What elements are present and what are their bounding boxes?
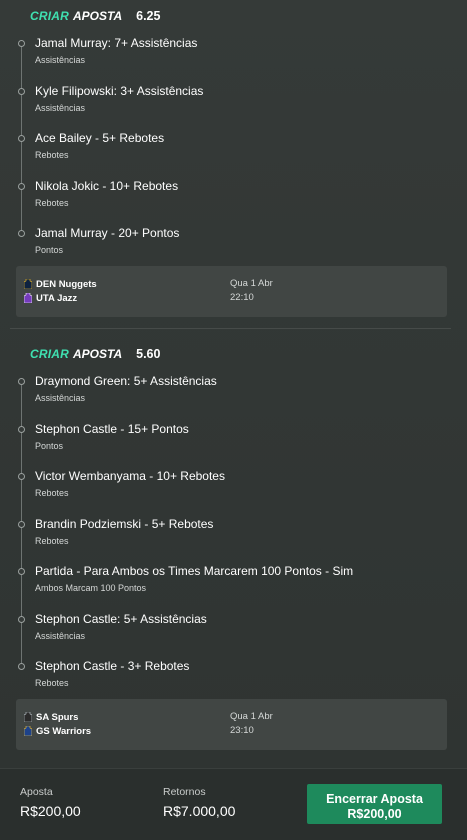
selection-market: Rebotes [35,150,69,160]
cashout-button[interactable]: Encerrar Aposta R$200,00 [307,784,442,824]
home-team-name: SA Spurs [36,711,79,723]
bet-odds: 5.60 [136,347,161,361]
timeline-dot-icon [18,135,25,142]
selection-market: Assistências [35,631,86,641]
event-time: 22:10 [230,292,254,303]
selection-item: Partida - Para Ambos os Times Marcarem 1… [0,564,460,604]
returns-value: R$7.000,00 [163,803,236,819]
event-info-box[interactable]: SA Spurs GS Warriors Qua 1 Abr 23:10 [16,699,447,750]
selection-market: Pontos [35,245,64,255]
selection-market: Pontos [35,441,64,451]
selection-item: Jamal Murray - 20+ Pontos Pontos [0,226,460,266]
bet-odds: 6.25 [136,9,161,23]
selection-item: Stephon Castle - 3+ Rebotes Rebotes [0,659,460,699]
selection-title: Draymond Green: 5+ Assistências [35,374,217,388]
selection-title: Kyle Filipowski: 3+ Assistências [35,84,204,98]
timeline-dot-icon [18,663,25,670]
selection-title: Partida - Para Ambos os Times Marcarem 1… [35,564,354,578]
timeline-dot-icon [18,230,25,237]
home-team: DEN Nuggets [24,278,97,290]
timeline-dot-icon [18,426,25,433]
nuggets-jersey-icon [24,279,32,289]
selection-title: Stephon Castle - 3+ Rebotes [35,659,190,673]
selection-title: Nikola Jokic - 10+ Rebotes [35,179,179,193]
selection-market: Assistências [35,393,86,403]
home-team: SA Spurs [24,711,78,723]
timeline-dot-icon [18,183,25,190]
bet-footer: Aposta R$200,00 Retornos R$7.000,00 Ence… [0,768,467,840]
selection-item: Stephon Castle - 15+ Pontos Pontos [0,422,460,462]
selection-title: Brandin Podziemski - 5+ Rebotes [35,517,214,531]
away-team-name: UTA Jazz [36,292,78,304]
selection-market: Assistências [35,55,86,65]
timeline-dot-icon [18,521,25,528]
bet-header: CRIAR APOSTA 6.25 [30,8,160,24]
selection-market: Rebotes [35,678,69,688]
event-date: Qua 1 Abr [230,711,273,722]
stake-label: Aposta [20,786,53,798]
selection-title: Victor Wembanyama - 10+ Rebotes [35,469,225,483]
event-time: 23:10 [230,725,254,736]
timeline-dot-icon [18,88,25,95]
selection-title: Jamal Murray - 20+ Pontos [35,226,180,240]
selection-item: Draymond Green: 5+ Assistências Assistên… [0,374,460,414]
event-date: Qua 1 Abr [230,278,273,289]
selection-market: Rebotes [35,536,69,546]
selection-market: Ambos Marcam 100 Pontos [35,583,147,593]
selection-market: Assistências [35,103,86,113]
selection-item: Stephon Castle: 5+ Assistências Assistên… [0,612,460,652]
timeline-dot-icon [18,473,25,480]
event-info-box[interactable]: DEN Nuggets UTA Jazz Qua 1 Abr 22:10 [16,266,447,317]
aposta-tag: APOSTA [73,347,123,361]
selection-market: Rebotes [35,198,69,208]
bet-card-2: CRIAR APOSTA 5.60 Draymond Green: 5+ Ass… [0,338,467,768]
cashout-amount: R$200,00 [347,807,402,821]
selection-item: Victor Wembanyama - 10+ Rebotes Rebotes [0,469,460,509]
timeline-dot-icon [18,378,25,385]
bet-card-1: CRIAR APOSTA 6.25 Jamal Murray: 7+ Assis… [0,0,467,335]
selection-item: Jamal Murray: 7+ Assistências Assistênci… [0,36,460,76]
aposta-tag: APOSTA [73,9,123,23]
warriors-jersey-icon [24,726,32,736]
timeline-dot-icon [18,40,25,47]
selection-market: Rebotes [35,488,69,498]
jazz-jersey-icon [24,293,32,303]
spurs-jersey-icon [24,712,32,722]
away-team-name: GS Warriors [36,725,92,737]
bet-divider [10,328,451,329]
timeline-dot-icon [18,616,25,623]
away-team: UTA Jazz [24,292,77,304]
home-team-name: DEN Nuggets [36,278,97,290]
returns-label: Retornos [163,786,206,798]
criar-tag: CRIAR [30,9,69,23]
selection-title: Jamal Murray: 7+ Assistências [35,36,198,50]
timeline-dot-icon [18,568,25,575]
selection-item: Nikola Jokic - 10+ Rebotes Rebotes [0,179,460,219]
criar-tag: CRIAR [30,347,69,361]
bet-header: CRIAR APOSTA 5.60 [30,346,160,362]
bet-list-panel: CRIAR APOSTA 6.25 Jamal Murray: 7+ Assis… [0,0,467,768]
selection-title: Stephon Castle - 15+ Pontos [35,422,189,436]
selection-item: Brandin Podziemski - 5+ Rebotes Rebotes [0,517,460,557]
selection-item: Ace Bailey - 5+ Rebotes Rebotes [0,131,460,171]
selection-title: Ace Bailey - 5+ Rebotes [35,131,165,145]
selection-title: Stephon Castle: 5+ Assistências [35,612,207,626]
selection-item: Kyle Filipowski: 3+ Assistências Assistê… [0,84,460,124]
away-team: GS Warriors [24,725,91,737]
cashout-label: Encerrar Aposta [326,792,423,806]
stake-value: R$200,00 [20,803,81,819]
